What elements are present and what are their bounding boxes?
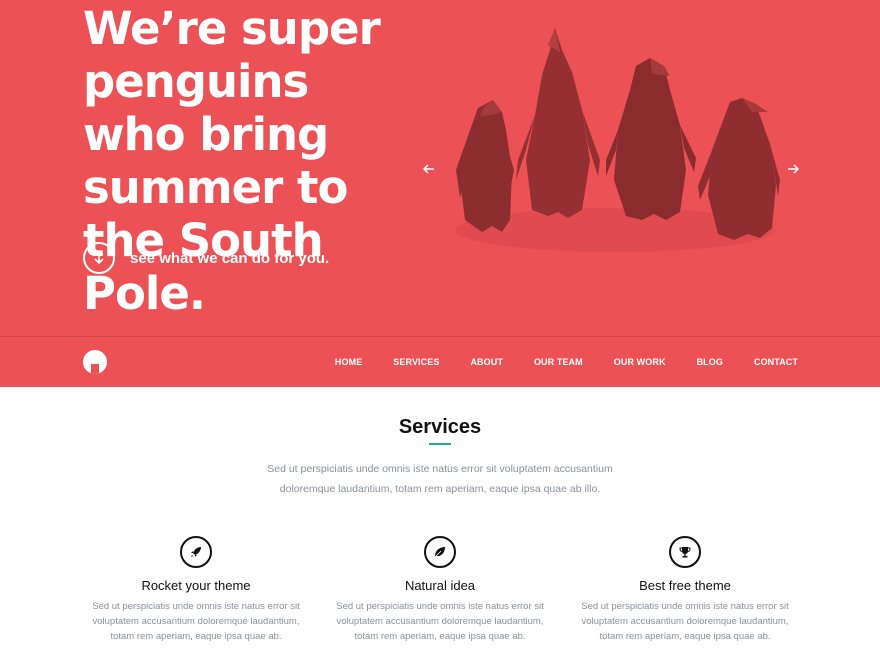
hero-cta-label[interactable]: see what we can do for you. (130, 250, 329, 267)
slider-next-arrow-icon[interactable] (785, 161, 801, 182)
nav-item-services[interactable]: SERVICES (393, 357, 439, 367)
service-card-rocket: Rocket your theme Sed ut perspiciatis un… (88, 536, 304, 644)
arrow-down-icon[interactable] (83, 242, 115, 274)
slider-prev-arrow-icon[interactable] (421, 161, 437, 182)
hero-section: We’re super penguins who bring summer to… (0, 0, 880, 336)
services-title: Services (398, 416, 482, 438)
nav-item-about[interactable]: ABOUT (470, 357, 503, 367)
logo-mark (91, 364, 99, 374)
service-card-leaf: Natural idea Sed ut perspiciatis unde om… (332, 536, 548, 644)
card-text: Sed ut perspiciatis unde omnis iste natu… (92, 601, 300, 642)
main-navbar: HOME SERVICES ABOUT OUR TEAM OUR WORK BL… (0, 336, 880, 387)
rocket-icon (180, 536, 212, 568)
logo-icon[interactable] (83, 350, 107, 374)
nav-menu: HOME SERVICES ABOUT OUR TEAM OUR WORK BL… (304, 337, 798, 387)
penguins-illustration (455, 28, 780, 252)
services-section: Services Sed ut perspiciatis unde omnis … (0, 386, 880, 660)
nav-item-home[interactable]: HOME (335, 357, 362, 367)
nav-item-our-team[interactable]: OUR TEAM (534, 357, 583, 367)
title-underline (429, 443, 451, 445)
card-title: Best free theme (639, 578, 731, 593)
card-title: Rocket your theme (141, 578, 251, 593)
hero-cta-link[interactable]: see what we can do for you. (83, 242, 329, 274)
service-card-trophy: Best free theme Sed ut perspiciatis unde… (577, 536, 793, 644)
leaf-icon (424, 536, 456, 568)
nav-item-our-work[interactable]: OUR WORK (614, 357, 666, 367)
card-title: Natural idea (404, 578, 476, 593)
card-text: Sed ut perspiciatis unde omnis iste natu… (581, 601, 789, 642)
nav-item-blog[interactable]: BLOG (697, 357, 723, 367)
nav-item-contact[interactable]: CONTACT (754, 357, 798, 367)
trophy-icon (669, 536, 701, 568)
card-text: Sed ut perspiciatis unde omnis iste natu… (336, 601, 544, 642)
services-intro: Sed ut perspiciatis unde omnis iste natu… (267, 463, 613, 495)
